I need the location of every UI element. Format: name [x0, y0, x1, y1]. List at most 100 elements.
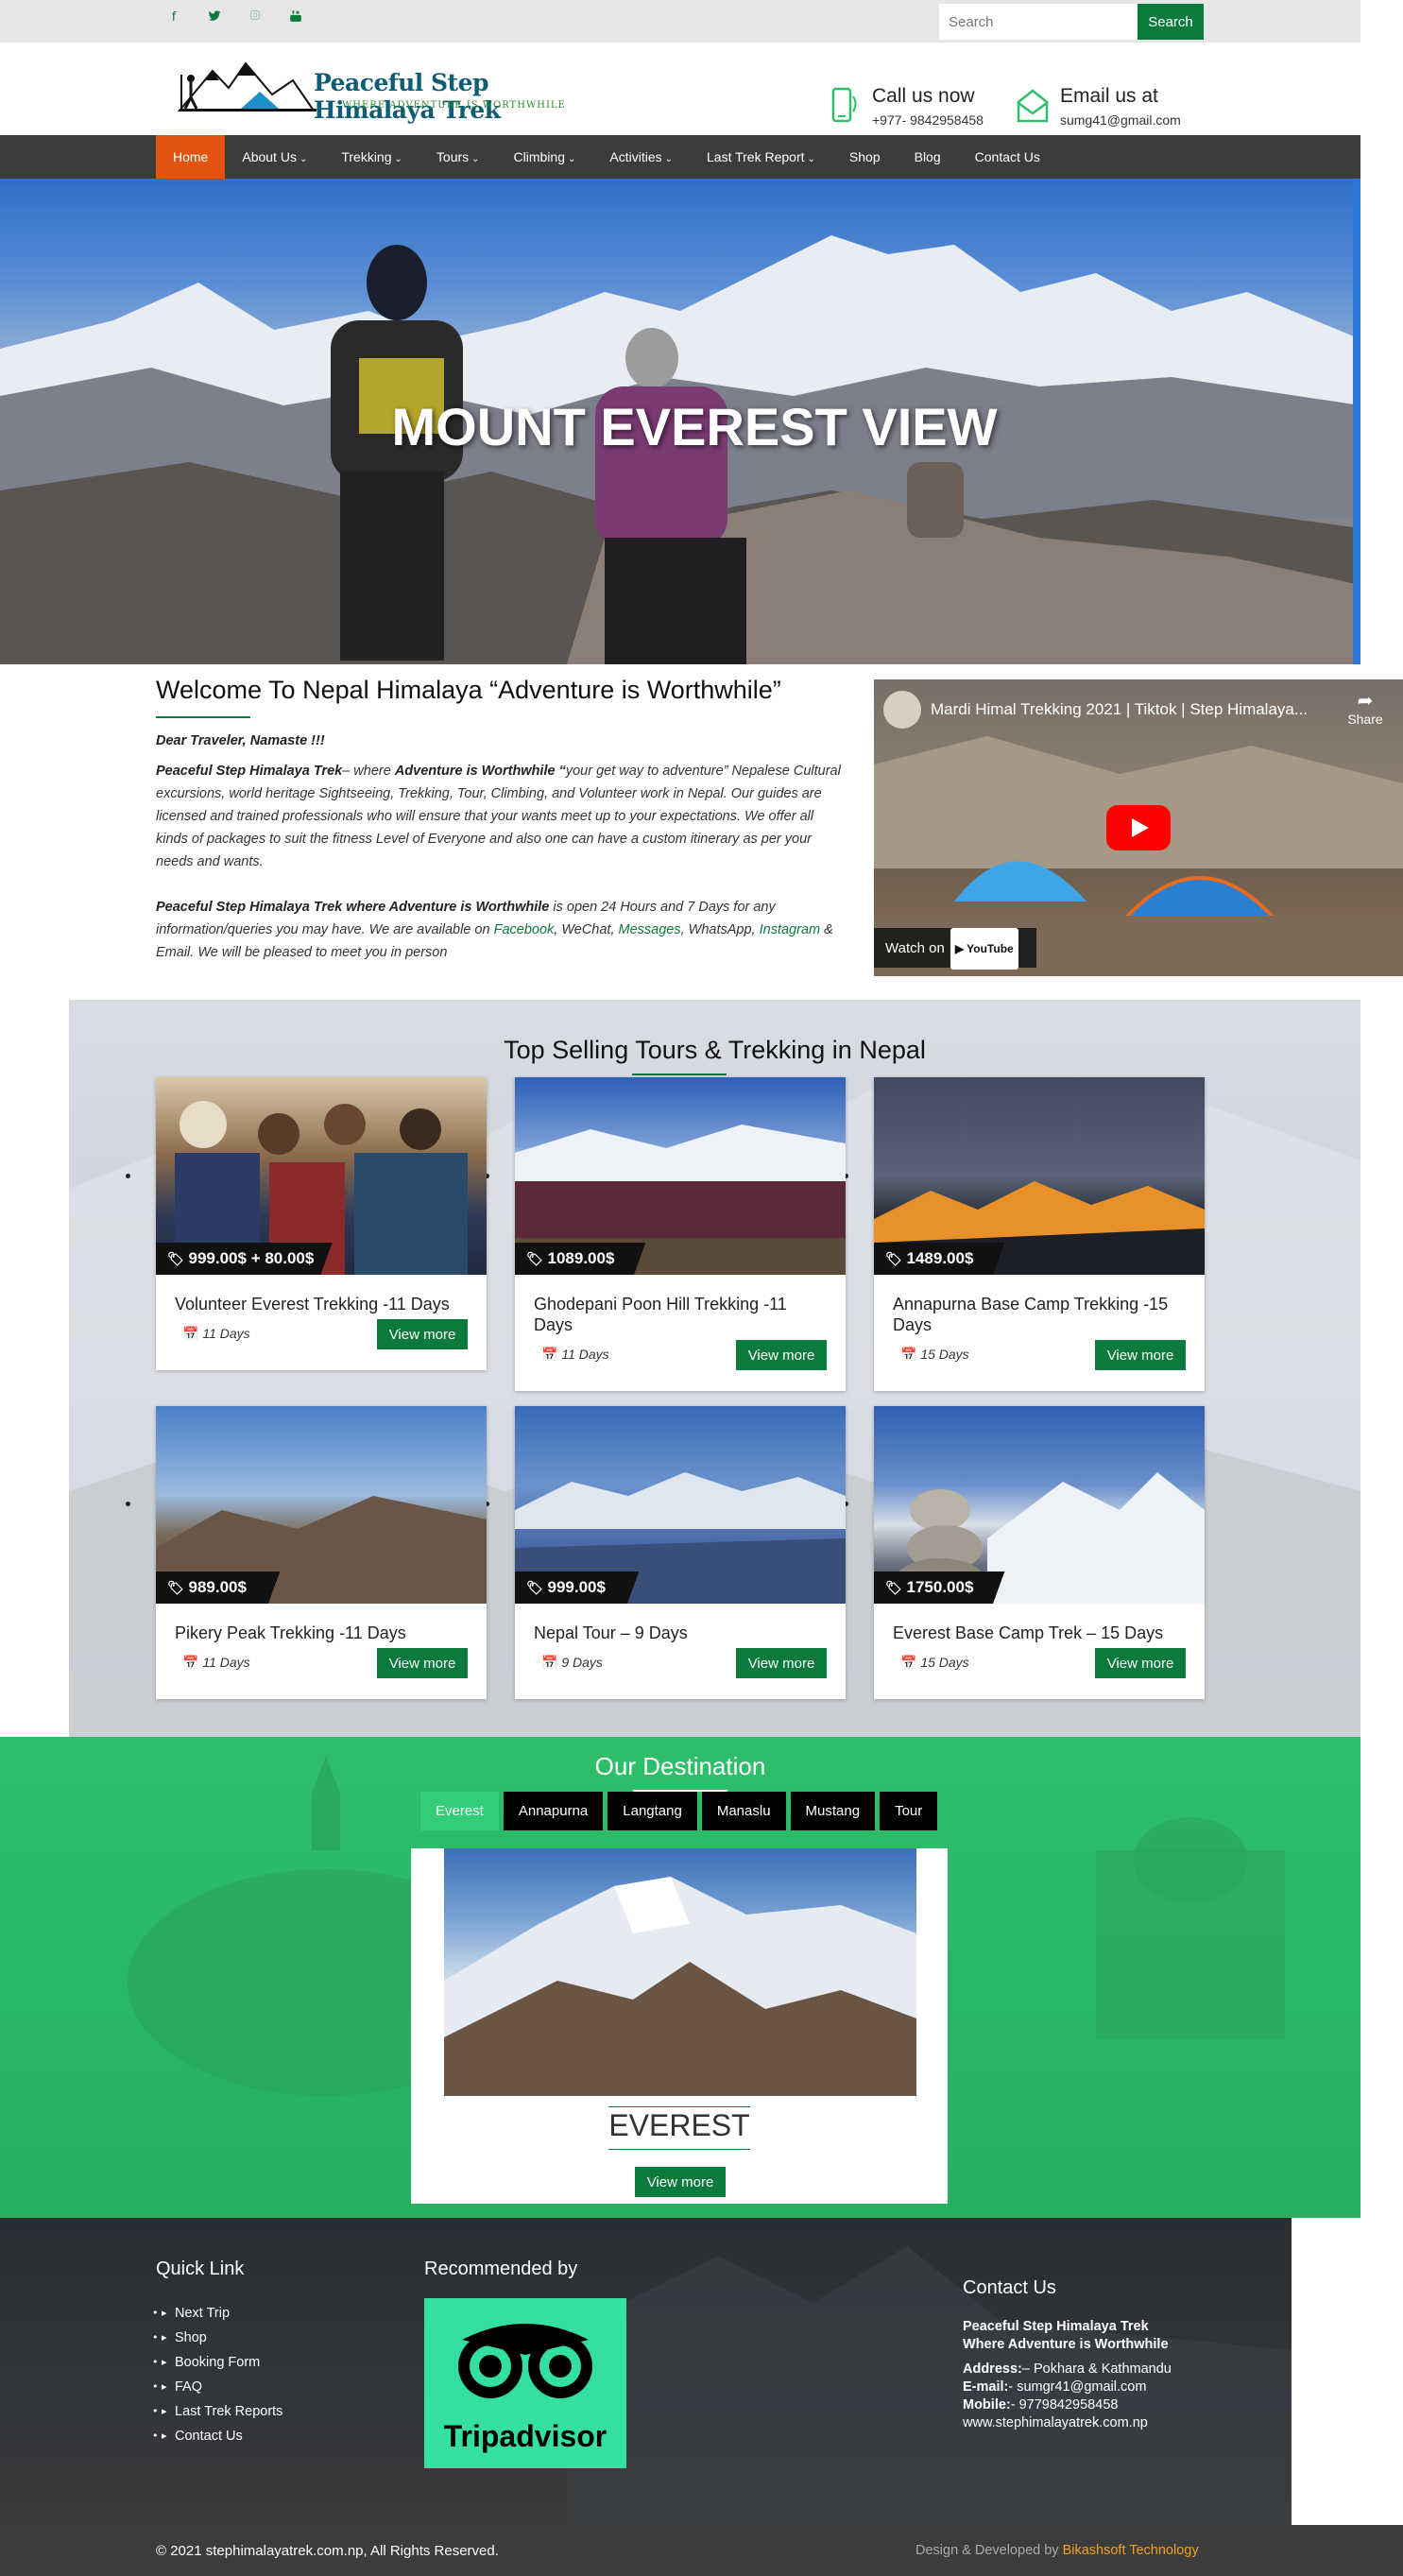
tour-title[interactable]: Everest Base Camp Trek – 15 Days	[874, 1604, 1205, 1643]
nav-item-about-us[interactable]: About Us ⌄	[225, 135, 324, 179]
address-label: Address:	[963, 2361, 1022, 2377]
company-line-2: Where Adventure is Worthwhile	[963, 2337, 1169, 2352]
tour-duration: 📅 15 Days	[900, 1655, 969, 1671]
share-button[interactable]: ➦ Share	[1342, 689, 1389, 727]
nav-item-home[interactable]: Home	[156, 135, 226, 179]
messages-link[interactable]: Messages	[619, 922, 681, 937]
developer-link[interactable]: Bikashsoft Technology	[1063, 2543, 1199, 2558]
search-input[interactable]	[939, 4, 1138, 40]
tab-tour[interactable]: Tour	[880, 1792, 938, 1830]
text-span: , WeChat,	[554, 922, 619, 937]
tour-image[interactable]: 🏷 1750.00$	[874, 1406, 1205, 1604]
email-address[interactable]: sumg41@gmail.com	[1060, 112, 1181, 128]
price-tag: 🏷 999.00$	[515, 1571, 662, 1604]
logo-title: Peaceful Step Himalaya Trek	[314, 69, 501, 124]
quick-link-booking-form[interactable]: Booking Form	[152, 2350, 282, 2375]
tab-mustang[interactable]: Mustang	[790, 1792, 876, 1830]
tour-card-footer: 📅 11 Days View more	[515, 1335, 846, 1384]
tour-title[interactable]: Nepal Tour – 9 Days	[515, 1604, 846, 1643]
nav-item-last-trek-report[interactable]: Last Trek Report ⌄	[690, 135, 832, 179]
quick-link-shop[interactable]: Shop	[152, 2326, 282, 2350]
youtube-logo: ▶ YouTube	[950, 928, 1018, 970]
youtube-video-embed[interactable]: Mardi Himal Trekking 2021 | Tiktok | Ste…	[874, 679, 1403, 976]
tour-image[interactable]: 🏷 1489.00$	[874, 1077, 1205, 1275]
nav-item-tours[interactable]: Tours ⌄	[419, 135, 497, 179]
tripadvisor-badge[interactable]: Tripadvisor	[424, 2298, 626, 2468]
nav-item-shop[interactable]: Shop	[832, 135, 898, 179]
tour-card[interactable]: 🏷 1089.00$ Ghodepani Poon Hill Trekking …	[515, 1077, 846, 1391]
call-number[interactable]: +977- 9842958458	[872, 112, 984, 128]
phone-icon	[831, 87, 857, 123]
quick-link-next-trip[interactable]: Next Trip	[152, 2301, 282, 2326]
view-more-button[interactable]: View more	[736, 1648, 827, 1678]
tour-duration: 📅 15 Days	[900, 1347, 969, 1363]
tour-title[interactable]: Annapurna Base Camp Trekking -15 Days	[874, 1275, 1205, 1335]
channel-avatar[interactable]	[883, 691, 921, 729]
contact-title: Contact Us	[963, 2277, 1056, 2298]
tour-image[interactable]: 🏷 1089.00$	[515, 1077, 846, 1275]
tour-card[interactable]: 🏷 999.00$ + 80.00$ Volunteer Everest Tre…	[156, 1077, 487, 1370]
site-logo[interactable]: Peaceful Step Himalaya Trek WHERE ADVENT…	[170, 52, 567, 124]
tag-icon: 🏷	[526, 1252, 543, 1267]
website-line[interactable]: www.stephimalayatrek.com.np	[963, 2414, 1275, 2432]
text-span: your get way to adventure” Nepalese Cult…	[156, 764, 841, 869]
youtube-icon[interactable]	[287, 9, 304, 26]
price-tag: 🏷 1750.00$	[874, 1571, 1031, 1604]
welcome-section: Welcome To Nepal Himalaya “Adventure is …	[156, 676, 846, 964]
view-more-button[interactable]: View more	[377, 1319, 468, 1349]
tour-image[interactable]: 🏷 999.00$ + 80.00$	[156, 1077, 487, 1275]
tour-card[interactable]: 🏷 1750.00$ Everest Base Camp Trek – 15 D…	[874, 1406, 1205, 1699]
nav-item-activities[interactable]: Activities ⌄	[592, 135, 690, 179]
twitter-icon[interactable]	[206, 9, 223, 26]
tour-card-footer: 📅 15 Days View more	[874, 1335, 1205, 1384]
instagram-icon[interactable]	[247, 9, 264, 26]
tour-card[interactable]: 🏷 1489.00$ Annapurna Base Camp Trekking …	[874, 1077, 1205, 1391]
mobile-value[interactable]: - 9779842958458	[1011, 2397, 1119, 2413]
tab-everest[interactable]: Everest	[420, 1792, 499, 1830]
tab-langtang[interactable]: Langtang	[607, 1792, 697, 1830]
quick-link-contact-us[interactable]: Contact Us	[152, 2424, 282, 2448]
site-footer: Quick Link Next Trip Shop Booking Form F…	[0, 2218, 1292, 2525]
destination-section: Our Destination Everest Annapurna Langta…	[0, 1737, 1360, 2218]
facebook-icon[interactable]: f	[165, 9, 182, 26]
tab-manaslu[interactable]: Manaslu	[701, 1792, 786, 1830]
view-more-button[interactable]: View more	[635, 2167, 726, 2197]
carousel-dot[interactable]	[126, 1174, 130, 1178]
tour-card[interactable]: 🏷 999.00$ Nepal Tour – 9 Days 📅 9 Days V…	[515, 1406, 846, 1699]
nav-item-climbing[interactable]: Climbing ⌄	[497, 135, 593, 179]
tour-card-footer: 📅 11 Days View more	[156, 1314, 487, 1364]
view-more-button[interactable]: View more	[1095, 1648, 1186, 1678]
video-title[interactable]: Mardi Himal Trekking 2021 | Tiktok | Ste…	[931, 700, 1308, 719]
welcome-paragraph-2: Peaceful Step Himalaya Trek where Advent…	[156, 896, 846, 964]
tour-image[interactable]: 🏷 999.00$	[515, 1406, 846, 1604]
site-header: Peaceful Step Himalaya Trek WHERE ADVENT…	[0, 43, 1360, 135]
nav-item-blog[interactable]: Blog	[898, 135, 958, 179]
watch-on-youtube[interactable]: Watch on ▶ YouTube	[874, 928, 1036, 970]
view-more-button[interactable]: View more	[736, 1340, 827, 1370]
carousel-dot[interactable]	[126, 1502, 130, 1506]
nav-item-trekking[interactable]: Trekking ⌄	[324, 135, 419, 179]
facebook-link[interactable]: Facebook	[494, 922, 555, 937]
developer-prefix: Design & Developed by	[915, 2543, 1063, 2558]
email-value[interactable]: - sumgr41@gmail.com	[1008, 2379, 1146, 2395]
price-value: 999.00$	[547, 1578, 606, 1596]
tour-title[interactable]: Volunteer Everest Trekking -11 Days	[156, 1275, 487, 1314]
tour-title[interactable]: Ghodepani Poon Hill Trekking -11 Days	[515, 1275, 846, 1335]
tab-annapurna[interactable]: Annapurna	[503, 1792, 604, 1830]
view-more-button[interactable]: View more	[1095, 1340, 1186, 1370]
tour-duration: 📅 9 Days	[541, 1655, 603, 1671]
tour-title[interactable]: Pikery Peak Trekking -11 Days	[156, 1604, 487, 1643]
tour-card[interactable]: 🏷 989.00$ Pikery Peak Trekking -11 Days …	[156, 1406, 487, 1699]
tour-image[interactable]: 🏷 989.00$	[156, 1406, 487, 1604]
play-button[interactable]	[1106, 805, 1171, 850]
quick-link-last-trek-reports[interactable]: Last Trek Reports	[152, 2399, 282, 2424]
quick-link-faq[interactable]: FAQ	[152, 2375, 282, 2399]
view-more-button[interactable]: View more	[377, 1648, 468, 1678]
destination-image[interactable]	[444, 1848, 916, 2096]
days-value: 15 Days	[920, 1655, 969, 1670]
nav-label: Contact Us	[974, 149, 1040, 164]
nav-item-contact-us[interactable]: Contact Us	[958, 135, 1057, 179]
search-button[interactable]: Search	[1138, 4, 1204, 40]
instagram-link[interactable]: Instagram	[760, 922, 820, 937]
top-bar: f Search	[0, 0, 1360, 43]
